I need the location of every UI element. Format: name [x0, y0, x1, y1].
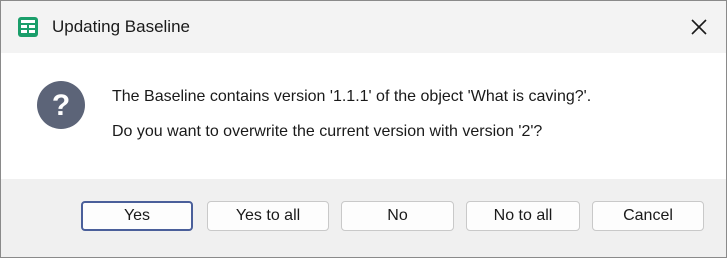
window-title: Updating Baseline: [52, 17, 190, 36]
message-line-1: The Baseline contains version '1.1.1' of…: [112, 88, 592, 105]
button-bar: Yes Yes to all No No to all Cancel: [1, 179, 726, 257]
no-to-all-button[interactable]: No to all: [466, 201, 580, 231]
no-button[interactable]: No: [341, 201, 454, 231]
close-button[interactable]: [687, 15, 711, 39]
svg-text:?: ?: [52, 89, 70, 122]
question-icon: ?: [37, 81, 85, 129]
table-window-icon: [17, 16, 39, 38]
cancel-button[interactable]: Cancel: [592, 201, 704, 231]
yes-button[interactable]: Yes: [81, 201, 193, 231]
message-area: ? The Baseline contains version '1.1.1' …: [1, 53, 726, 179]
close-icon: [691, 19, 707, 35]
dialog-window: Updating Baseline ? The Baseline contain…: [0, 0, 727, 258]
yes-to-all-button[interactable]: Yes to all: [207, 201, 329, 231]
title-bar[interactable]: Updating Baseline: [1, 1, 726, 53]
message-line-2: Do you want to overwrite the current ver…: [112, 123, 543, 140]
